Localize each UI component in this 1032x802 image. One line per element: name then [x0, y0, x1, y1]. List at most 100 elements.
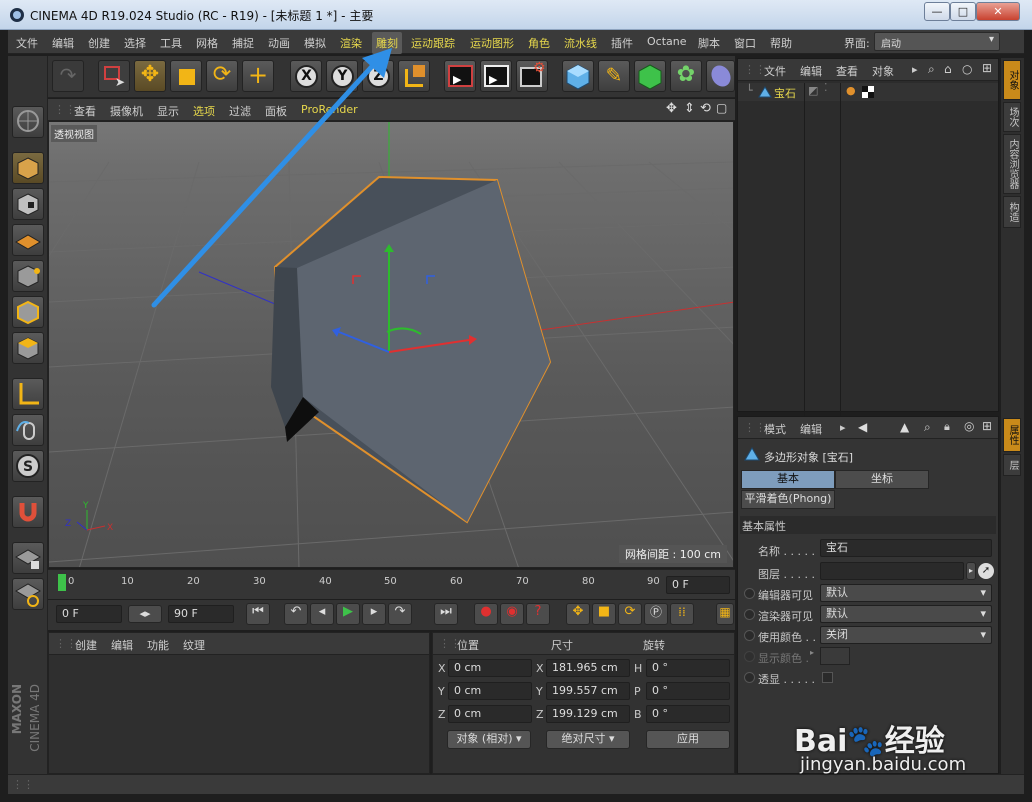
- editor-visible-radio[interactable]: [744, 588, 755, 599]
- tab-content-browser[interactable]: 内容浏览器: [1003, 134, 1021, 194]
- cloner-icon[interactable]: ✿: [670, 60, 702, 92]
- menu-mograph[interactable]: 运动图形: [470, 35, 514, 51]
- use-color-dropdown[interactable]: 关闭 ▾: [820, 626, 992, 644]
- start-frame-field[interactable]: 0 F: [56, 605, 122, 623]
- viewport-menu-view[interactable]: 查看: [74, 103, 96, 119]
- edges-mode-icon[interactable]: [12, 296, 44, 328]
- viewport-menu-camera[interactable]: 摄像机: [110, 103, 143, 119]
- object-menu-view[interactable]: 查看: [836, 63, 858, 79]
- phong-tag-icon[interactable]: ●: [846, 84, 856, 97]
- layer-field[interactable]: [820, 562, 964, 580]
- previous-frame-icon[interactable]: ◂: [310, 603, 334, 625]
- object-menu-file[interactable]: 文件: [764, 63, 786, 79]
- size-y-field[interactable]: 199.557 cm: [546, 682, 630, 700]
- tab-attributes[interactable]: 属性: [1003, 418, 1021, 452]
- object-menu-object[interactable]: 对象: [872, 63, 894, 79]
- attr-menu-edit[interactable]: 编辑: [800, 421, 822, 437]
- xray-checkbox[interactable]: [822, 672, 833, 683]
- home-icon[interactable]: ⌂: [944, 62, 952, 76]
- rot-b-field[interactable]: 0 °: [646, 705, 730, 723]
- use-color-radio[interactable]: [744, 630, 755, 641]
- size-mode-dropdown[interactable]: 绝对尺寸 ▾: [546, 730, 630, 749]
- xray-radio[interactable]: [744, 672, 755, 683]
- size-z-field[interactable]: 199.129 cm: [546, 705, 630, 723]
- menu-more-icon[interactable]: ▸: [840, 421, 846, 434]
- size-x-field[interactable]: 181.965 cm: [546, 659, 630, 677]
- previous-key-icon[interactable]: ↶: [284, 603, 308, 625]
- tab-takes[interactable]: 场次: [1003, 102, 1021, 132]
- render-settings-icon[interactable]: ⚙: [516, 60, 548, 92]
- viewport-rotate-icon[interactable]: ⟲: [700, 101, 711, 116]
- up-arrow-icon[interactable]: ▲: [900, 420, 909, 434]
- go-to-end-icon[interactable]: ⏭: [434, 603, 458, 625]
- new-panel-icon[interactable]: ⊞: [982, 61, 992, 75]
- menu-pipeline[interactable]: 流水线: [564, 35, 597, 51]
- name-field[interactable]: 宝石: [820, 539, 992, 557]
- render-visible-dropdown[interactable]: 默认 ▾: [820, 605, 992, 623]
- new-panel-icon[interactable]: ⊞: [982, 419, 992, 433]
- points-mode-icon[interactable]: [12, 260, 44, 292]
- visibility-dots-icon[interactable]: ⁚: [824, 81, 828, 94]
- editor-visible-dropdown[interactable]: 默认 ▾: [820, 584, 992, 602]
- axis-mode-icon[interactable]: [12, 378, 44, 410]
- material-menu-edit[interactable]: 编辑: [111, 637, 133, 653]
- search-icon[interactable]: ⌕: [928, 62, 935, 77]
- make-editable-icon[interactable]: [12, 106, 44, 138]
- pen-spline-icon[interactable]: ✎: [598, 60, 630, 92]
- maximize-button[interactable]: □: [950, 2, 976, 21]
- expand-arrow-icon[interactable]: ▸: [810, 648, 814, 657]
- go-to-start-icon[interactable]: ⏮: [246, 603, 270, 625]
- next-frame-icon[interactable]: ▸: [362, 603, 386, 625]
- magnet-icon[interactable]: [12, 496, 44, 528]
- key-position-icon[interactable]: ✥: [566, 603, 590, 625]
- workplane-lock-icon[interactable]: [12, 542, 44, 574]
- drag-grip-icon[interactable]: ⋮⋮: [55, 637, 77, 650]
- workplane-rotate-icon[interactable]: [12, 578, 44, 610]
- pick-cursor-icon[interactable]: ➚: [978, 563, 994, 579]
- layer-swatch-icon[interactable]: ◩: [808, 84, 818, 97]
- drag-grip-icon[interactable]: ⋮⋮: [744, 63, 766, 76]
- pos-y-field[interactable]: 0 cm: [448, 682, 532, 700]
- menu-help[interactable]: 帮助: [770, 35, 792, 51]
- menu-plugins[interactable]: 插件: [611, 35, 633, 51]
- deformer-icon[interactable]: [706, 60, 735, 92]
- menu-octane[interactable]: Octane: [647, 35, 687, 48]
- record-keyframe-icon[interactable]: ●: [474, 603, 498, 625]
- menu-edit[interactable]: 编辑: [52, 35, 74, 51]
- drag-grip-icon[interactable]: ⋮⋮: [744, 421, 766, 434]
- render-picture-viewer-icon[interactable]: ▶: [480, 60, 512, 92]
- next-key-icon[interactable]: ↷: [388, 603, 412, 625]
- rot-h-field[interactable]: 0 °: [646, 659, 730, 677]
- layer-arrow-icon[interactable]: ▸: [966, 562, 976, 580]
- back-arrow-icon[interactable]: ◀: [858, 420, 867, 434]
- end-frame-field[interactable]: 90 F: [168, 605, 234, 623]
- menu-file[interactable]: 文件: [16, 35, 38, 51]
- tab-coordinates[interactable]: 坐标: [835, 470, 929, 489]
- autokey-icon[interactable]: ◉: [500, 603, 524, 625]
- keyframe-selection-icon[interactable]: ?: [526, 603, 550, 625]
- pos-x-field[interactable]: 0 cm: [448, 659, 532, 677]
- frame-step-arrows-icon[interactable]: ◂▸: [128, 605, 162, 623]
- tab-layers[interactable]: 层: [1003, 454, 1021, 476]
- drag-grip-icon[interactable]: ⋮⋮: [54, 103, 76, 116]
- tab-basic[interactable]: 基本: [741, 470, 835, 489]
- model-mode-icon[interactable]: [12, 152, 44, 184]
- material-menu-create[interactable]: 创建: [75, 637, 97, 653]
- workplane-icon[interactable]: [12, 224, 44, 256]
- viewport-maximize-icon[interactable]: ▢: [716, 101, 727, 115]
- bookmark-icon[interactable]: ○: [962, 62, 972, 76]
- material-tag-icon[interactable]: [862, 86, 874, 98]
- tweak-mode-icon[interactable]: [12, 414, 44, 446]
- cube-primitive-icon[interactable]: [562, 60, 594, 92]
- search-icon[interactable]: ⌕: [924, 420, 931, 435]
- object-menu-edit[interactable]: 编辑: [800, 63, 822, 79]
- snap-icon[interactable]: S: [12, 450, 44, 482]
- timeline-window-icon[interactable]: ▦: [716, 603, 734, 625]
- pos-z-field[interactable]: 0 cm: [448, 705, 532, 723]
- render-view-icon[interactable]: ▶: [444, 60, 476, 92]
- viewport-pan-icon[interactable]: ✥: [666, 101, 677, 116]
- drag-grip-icon[interactable]: ⋮⋮: [12, 778, 34, 791]
- key-rotation-icon[interactable]: ⟳: [618, 603, 642, 625]
- tab-phong[interactable]: 平滑着色(Phong): [741, 490, 835, 509]
- key-parameter-icon[interactable]: Ⓟ: [644, 603, 668, 625]
